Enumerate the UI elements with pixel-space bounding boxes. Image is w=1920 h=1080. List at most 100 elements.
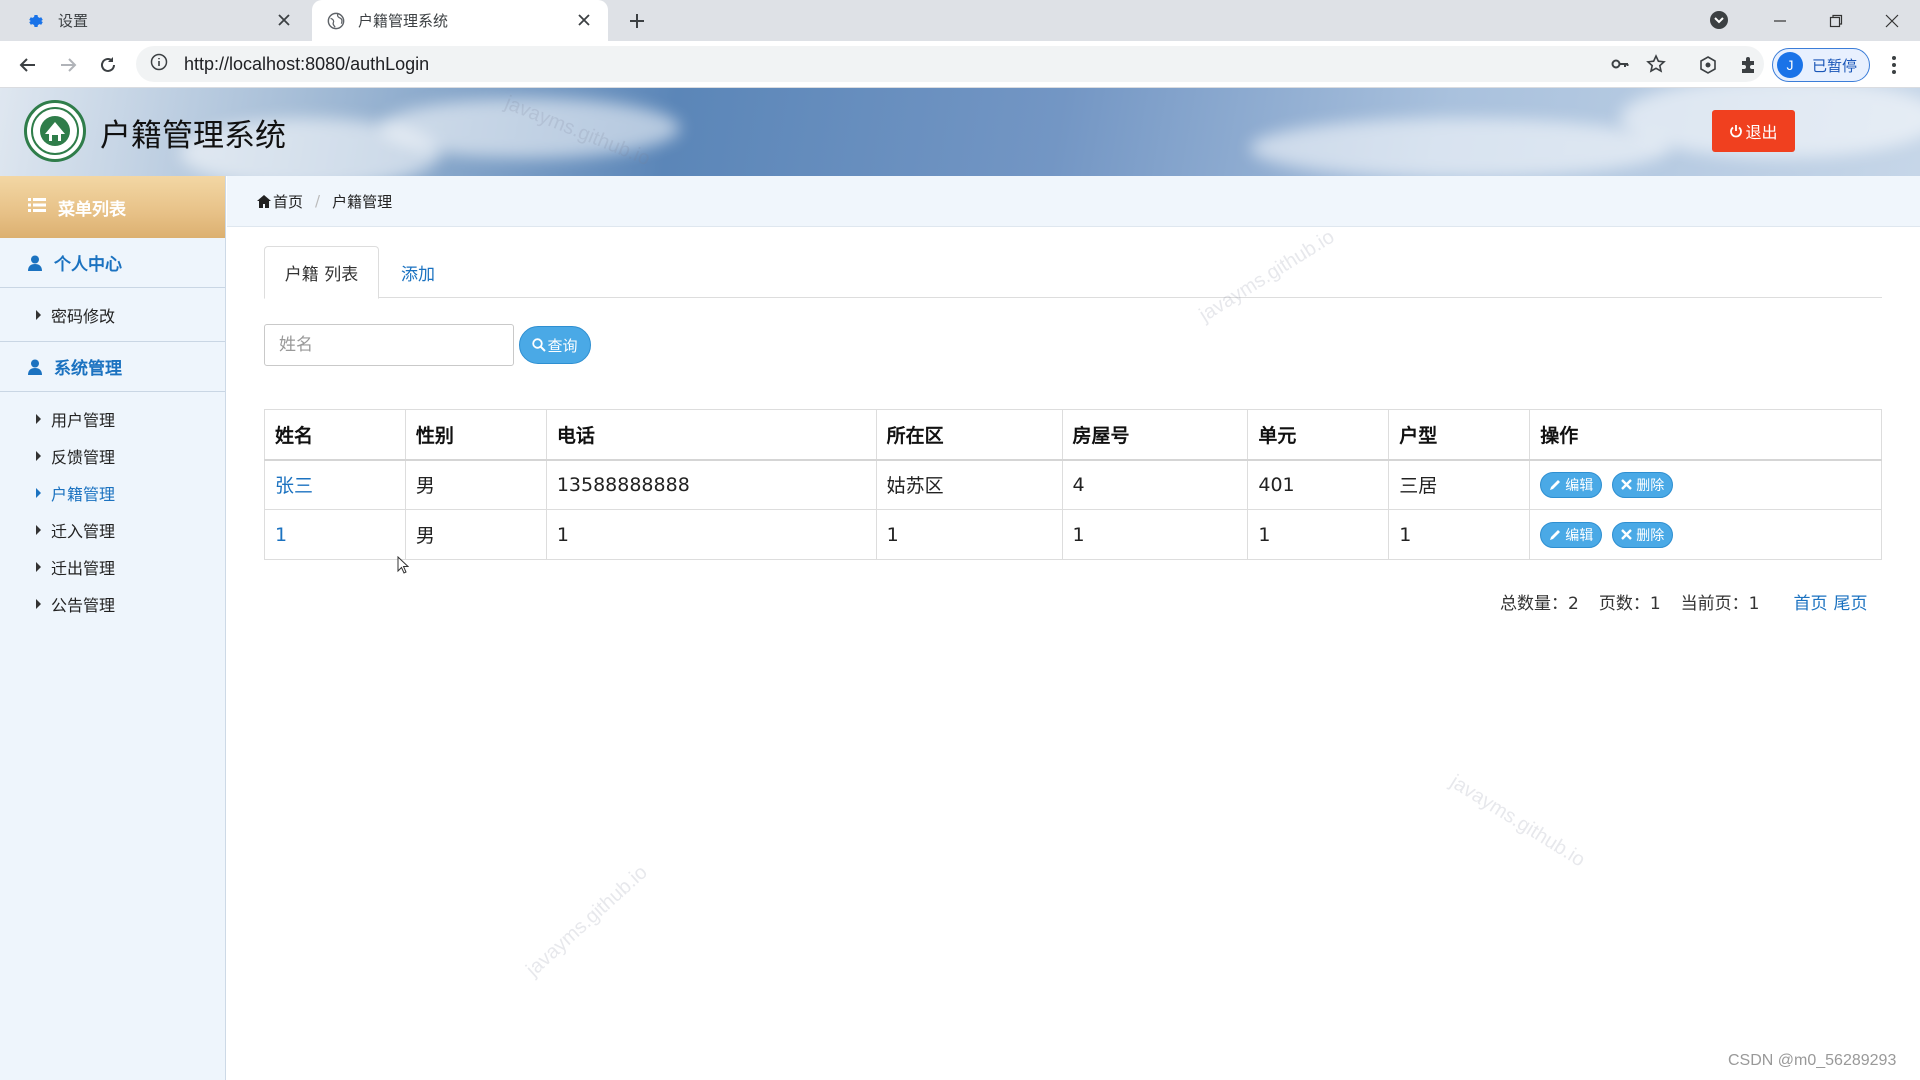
globe-icon	[326, 11, 346, 31]
first-page-link[interactable]: 首页	[1793, 589, 1827, 614]
column-header: 电话	[545, 409, 877, 461]
caret-right-icon	[36, 561, 41, 572]
pagination: 总数量：2 页数：1 当前页：1 首页 尾页	[1500, 589, 1873, 614]
star-icon[interactable]	[1644, 52, 1668, 76]
new-tab-button[interactable]	[624, 8, 650, 34]
sidebar-item-move-in[interactable]: 迁入管理	[0, 511, 225, 548]
column-header: 操作	[1529, 409, 1882, 461]
tab-add[interactable]: 添加	[401, 246, 435, 299]
table-cell: 1	[545, 509, 877, 560]
reload-icon[interactable]	[94, 51, 122, 79]
tab-list[interactable]: 户籍 列表	[264, 246, 379, 299]
x-icon	[1621, 479, 1633, 491]
info-icon[interactable]	[150, 53, 168, 75]
table-cell: 1	[1061, 509, 1249, 560]
app-header: 户籍管理系统 退出	[0, 88, 1920, 176]
actions-cell: 编辑 删除	[1529, 509, 1882, 560]
sidebar-section-personal[interactable]: 个人中心	[0, 238, 225, 288]
profile-button[interactable]: J 已暂停	[1772, 48, 1870, 82]
query-label: 查询	[547, 336, 578, 355]
sidebar-item-household[interactable]: 户籍管理	[0, 474, 225, 511]
table-cell: 4	[1061, 459, 1249, 510]
breadcrumb: 首页 / 户籍管理	[227, 176, 1920, 227]
close-icon[interactable]	[574, 10, 594, 30]
column-header: 性别	[404, 409, 547, 461]
pencil-icon	[1549, 529, 1561, 541]
power-icon	[1729, 124, 1743, 138]
query-button[interactable]: 查询	[519, 326, 591, 364]
sidebar: 菜单列表 个人中心 密码修改 系统管理 用户管理 反馈管理 户籍管理 迁入管理 …	[0, 176, 226, 1080]
browser-tab-settings[interactable]: 设置	[0, 0, 308, 41]
household-table: 姓名 性别 电话 所在区 房屋号 单元 户型 操作 张三 男 135888888…	[264, 409, 1882, 560]
delete-label: 删除	[1636, 527, 1665, 544]
table-cell: 1	[1247, 509, 1390, 560]
more-menu-icon[interactable]	[1880, 51, 1908, 79]
list-icon	[28, 197, 46, 217]
page-count: 页数：1	[1598, 594, 1661, 614]
breadcrumb-home[interactable]: 首页	[257, 191, 303, 212]
url-text: http://localhost:8080/authLogin	[184, 53, 430, 74]
app-title: 户籍管理系统	[100, 118, 286, 154]
content-tabs: 户籍 列表 添加	[264, 246, 1882, 299]
browser-tab-strip: 设置 户籍管理系统	[0, 0, 1920, 41]
home-icon	[257, 194, 271, 208]
delete-button[interactable]: 删除	[1612, 521, 1674, 548]
logout-label: 退出	[1745, 123, 1778, 142]
sidebar-item-notice[interactable]: 公告管理	[0, 585, 225, 622]
sidebar-item-label: 公告管理	[51, 595, 116, 615]
browser-tab-app[interactable]: 户籍管理系统	[312, 0, 608, 41]
edit-label: 编辑	[1565, 477, 1594, 494]
name-link[interactable]: 张三	[264, 459, 406, 510]
minimize-icon[interactable]	[1752, 0, 1808, 41]
caret-right-icon	[36, 487, 41, 498]
user-icon	[28, 255, 42, 271]
edit-button[interactable]: 编辑	[1540, 521, 1603, 548]
restore-icon[interactable]	[1808, 0, 1864, 41]
table-row: 1 男 1 1 1 1 1 编辑 删除	[264, 509, 1882, 560]
puzzle-icon[interactable]	[1734, 51, 1762, 79]
table-cell: 姑苏区	[875, 459, 1063, 510]
table-cell: 三居	[1388, 459, 1531, 510]
caret-right-icon	[36, 413, 41, 424]
last-page-link[interactable]: 尾页	[1833, 589, 1867, 614]
sidebar-item-label: 迁入管理	[51, 521, 116, 541]
close-icon[interactable]	[274, 10, 294, 30]
sidebar-section-system[interactable]: 系统管理	[0, 342, 225, 392]
caret-right-icon	[36, 524, 41, 535]
name-link[interactable]: 1	[264, 509, 406, 560]
pencil-icon	[1549, 479, 1561, 491]
sidebar-item-label: 反馈管理	[51, 447, 116, 467]
extension-icon[interactable]	[1694, 51, 1722, 79]
table-cell: 1	[1388, 509, 1531, 560]
window-close-icon[interactable]	[1864, 0, 1920, 41]
table-cell: 1	[875, 509, 1063, 560]
menu-header: 菜单列表	[0, 176, 225, 238]
watermark: javayms.github.io	[1446, 770, 1589, 872]
x-icon	[1621, 529, 1633, 540]
breadcrumb-current: 户籍管理	[332, 192, 393, 211]
table-cell: 男	[404, 459, 547, 510]
url-input[interactable]: http://localhost:8080/authLogin	[136, 46, 1764, 82]
sidebar-item-feedback[interactable]: 反馈管理	[0, 437, 225, 474]
sidebar-item-move-out[interactable]: 迁出管理	[0, 548, 225, 585]
caret-right-icon	[36, 309, 41, 320]
name-search-input[interactable]	[264, 324, 514, 366]
browser-tab-title: 设置	[58, 12, 89, 30]
profile-status: 已暂停	[1812, 56, 1858, 75]
delete-button[interactable]: 删除	[1612, 471, 1674, 498]
search-icon	[532, 338, 547, 352]
forward-arrow-icon[interactable]	[54, 51, 82, 79]
section-title: 个人中心	[54, 255, 122, 275]
back-arrow-icon[interactable]	[14, 51, 42, 79]
university-logo	[24, 100, 86, 162]
delete-label: 删除	[1636, 477, 1665, 494]
key-icon[interactable]	[1608, 52, 1632, 76]
menu-title: 菜单列表	[58, 199, 126, 220]
sidebar-item-users[interactable]: 用户管理	[0, 400, 225, 437]
sidebar-item-password[interactable]: 密码修改	[0, 296, 225, 333]
edit-button[interactable]: 编辑	[1540, 471, 1603, 498]
tab-search-icon[interactable]	[1708, 9, 1732, 33]
logout-button[interactable]: 退出	[1712, 110, 1795, 152]
total-count: 总数量：2	[1500, 594, 1579, 614]
watermark: javayms.github.io	[522, 861, 652, 982]
